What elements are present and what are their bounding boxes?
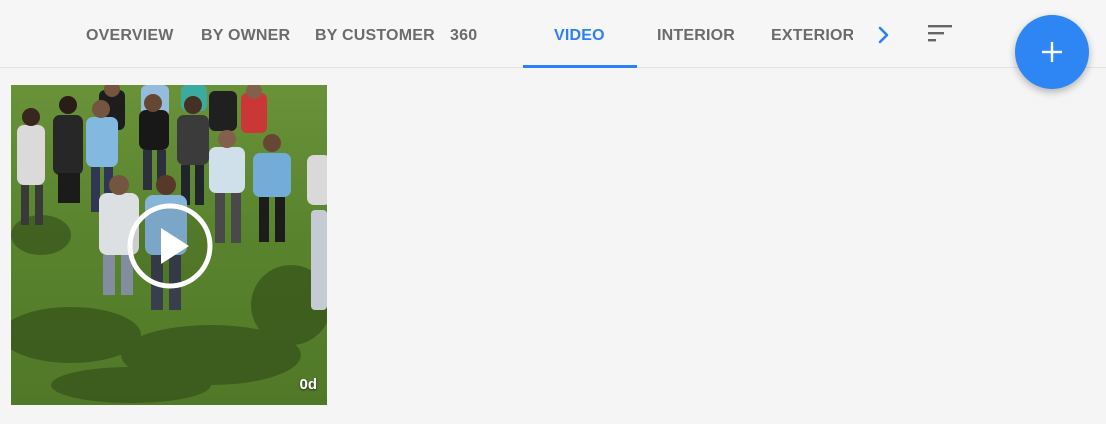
sort-icon[interactable] (926, 22, 954, 46)
video-duration-label: 0d (299, 376, 317, 393)
plus-icon (1042, 42, 1062, 62)
play-icon[interactable] (126, 202, 214, 290)
media-gallery-app: OVERVIEW BY OWNER BY CUSTOMER 360 VIDEO … (0, 0, 1106, 424)
video-thumbnail[interactable]: 0d (11, 85, 327, 405)
tab-video[interactable]: VIDEO (554, 0, 605, 68)
tab-by-customer[interactable]: BY CUSTOMER (315, 0, 435, 68)
tab-360[interactable]: 360 (450, 0, 477, 68)
tab-exterior[interactable]: EXTERIOR (771, 0, 853, 68)
tab-by-owner[interactable]: BY OWNER (201, 0, 290, 68)
add-media-button[interactable] (1015, 15, 1089, 89)
tab-interior[interactable]: INTERIOR (657, 0, 735, 68)
category-tab-bar: OVERVIEW BY OWNER BY CUSTOMER 360 VIDEO … (0, 0, 1106, 68)
chevron-right-icon[interactable] (872, 22, 896, 48)
active-tab-indicator (523, 65, 637, 68)
tab-overview[interactable]: OVERVIEW (86, 0, 174, 68)
